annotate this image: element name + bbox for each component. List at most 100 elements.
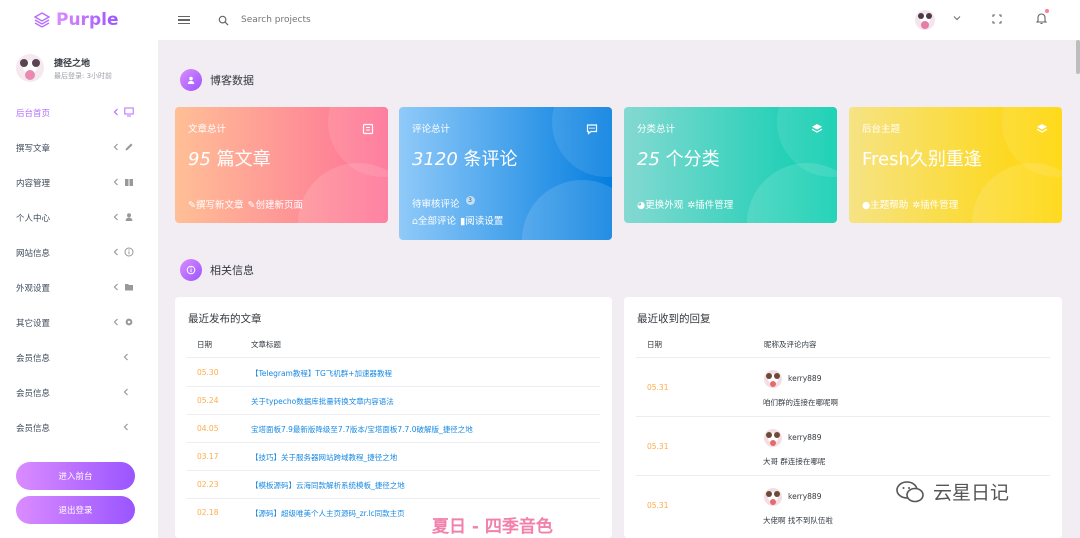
stat-value: 95 篇文章	[188, 145, 271, 171]
post-title-link[interactable]: 【模板源码】云海同款解析系统模板_捷径之地	[251, 480, 405, 491]
panel-title: 最近收到的回复	[637, 313, 711, 325]
sidebar-item-site-info[interactable]: 网站信息	[0, 235, 158, 270]
reply-author: kerry889	[788, 374, 822, 383]
stat-unit: 条评论	[457, 149, 518, 170]
sidebar-item-label: 后台首页	[16, 108, 51, 119]
column-header-name-comment: 昵称及评论内容	[764, 340, 817, 349]
chevron-left-icon	[113, 213, 118, 221]
info-icon	[124, 247, 134, 257]
top-navbar: Purple	[0, 0, 1080, 40]
search-input[interactable]	[241, 15, 441, 25]
post-title-link[interactable]: 【源码】超级唯美个人主页源码_zr.lc同款主页	[251, 508, 405, 519]
info-circle-icon	[180, 259, 202, 281]
plugin-manage-link[interactable]: ✲插件管理	[687, 197, 733, 211]
posts-stat-card: 文章总计 95 篇文章 ✎撰写新文章 ✎创建新页面	[175, 107, 388, 223]
user-avatar[interactable]	[915, 10, 935, 30]
layers-icon	[811, 124, 823, 133]
stat-unit: 篇文章	[210, 149, 271, 170]
monitor-icon	[124, 107, 134, 117]
reply-date: 05.31	[647, 442, 669, 451]
search-icon	[218, 15, 229, 26]
home-icon	[180, 69, 202, 91]
comments-stat-card: 评论总计 3120 条评论 待审核评论 3 ⌂全部评论 ▮阅读设置	[399, 107, 612, 240]
post-date: 05.24	[197, 396, 219, 405]
brand-name: Purple	[56, 10, 119, 30]
change-theme-link[interactable]: ◕更换外观	[637, 197, 683, 211]
sidebar-item-label: 内容管理	[16, 178, 51, 189]
panel-title: 最近发布的文章	[188, 313, 262, 325]
plugin-manage-link[interactable]: ✲插件管理	[912, 197, 958, 211]
blog-data-header: 博客数据	[180, 69, 254, 91]
table-row: 03.17 【技巧】关于服务器网站跨域教程_捷径之地	[187, 442, 600, 470]
sidebar-item-content[interactable]: 内容管理	[0, 165, 158, 200]
bottom-watermark: 夏日 - 四季音色	[432, 517, 553, 537]
theme-help-link[interactable]: ●主题帮助	[862, 197, 908, 211]
post-title-link[interactable]: 宝塔面板7.9最新版降级至7.7版本/宝塔面板7.7.0破解版_捷径之地	[251, 424, 473, 435]
reply-content[interactable]: 大哥 群连接在哪呢	[763, 456, 825, 467]
post-title-link[interactable]: 关于typecho数据库批量转换文章内容语法	[251, 396, 394, 407]
list-item: 05.31 kerry889 大哥 群连接在哪呢	[636, 416, 1050, 475]
post-title-link[interactable]: 【技巧】关于服务器网站跨域教程_捷径之地	[251, 452, 397, 463]
sidebar-item-write-post[interactable]: 撰写文章	[0, 130, 158, 165]
folder-icon	[125, 284, 133, 291]
brand[interactable]: Purple	[0, 10, 158, 30]
sidebar-item-member-info[interactable]: 会员信息	[0, 340, 158, 375]
stat-number: 3120	[412, 149, 458, 170]
table-row: 02.23 【模板源码】云海同款解析系统模板_捷径之地	[187, 470, 600, 498]
post-title-link[interactable]: 【Telegram教程】TG飞机群+加速器教程	[251, 368, 392, 379]
post-date: 05.30	[197, 368, 219, 377]
reply-author: kerry889	[788, 492, 822, 501]
chevron-left-icon	[113, 178, 118, 186]
sidebar-item-dashboard[interactable]: 后台首页	[0, 95, 158, 130]
chevron-left-icon	[123, 388, 128, 396]
avatar	[16, 54, 44, 82]
table-row: 05.24 关于typecho数据库批量转换文章内容语法	[187, 386, 600, 414]
user-icon	[125, 213, 133, 221]
enter-frontend-button[interactable]: 进入前台	[16, 462, 135, 490]
stat-number: 25	[637, 149, 660, 170]
sidebar-item-other-settings[interactable]: 其它设置	[0, 305, 158, 340]
page-scrollbar[interactable]	[1076, 40, 1080, 74]
section-title: 相关信息	[210, 264, 254, 277]
chevron-left-icon	[113, 143, 118, 151]
search-bar	[218, 15, 441, 26]
stat-value: 3120 条评论	[412, 145, 518, 171]
stat-label: 文章总计	[188, 124, 227, 135]
create-page-link[interactable]: ✎创建新页面	[247, 197, 302, 211]
sidebar-profile[interactable]: 捷径之地 最后登录: 3小时前	[16, 54, 112, 82]
reply-author: kerry889	[788, 433, 822, 442]
write-post-link[interactable]: ✎撰写新文章	[188, 197, 243, 211]
post-date: 02.18	[197, 508, 219, 517]
chevron-down-icon[interactable]	[953, 14, 961, 22]
theme-stat-card: 后台主题 Fresh久别重逢 ●主题帮助 ✲插件管理	[849, 107, 1062, 223]
sidebar-item-label: 个人中心	[16, 213, 51, 224]
stat-links: ⌂全部评论 ▮阅读设置	[412, 213, 503, 227]
reply-content[interactable]: 大佬啊 找不到队伍啦	[763, 515, 833, 526]
gear-icon	[125, 318, 133, 326]
stat-label: 评论总计	[412, 124, 451, 135]
stat-value: Fresh久别重逢	[862, 149, 982, 170]
avatar	[764, 370, 782, 388]
post-date: 04.05	[197, 424, 219, 433]
logout-button[interactable]: 退出登录	[16, 496, 135, 524]
bell-icon[interactable]	[1036, 12, 1047, 24]
table-row: 05.30 【Telegram教程】TG飞机群+加速器教程	[187, 357, 600, 386]
all-comments-link[interactable]: ⌂全部评论	[412, 213, 456, 227]
reply-content[interactable]: 咱们群的连接在哪呢啊	[763, 397, 838, 408]
pencil-icon	[125, 143, 133, 151]
pending-comments[interactable]: 待审核评论 3	[412, 196, 475, 210]
fullscreen-icon[interactable]	[992, 14, 1002, 24]
chevron-left-icon	[113, 318, 118, 326]
chevron-left-icon	[123, 423, 128, 431]
sidebar-item-member-info[interactable]: 会员信息	[0, 375, 158, 410]
sidebar-item-label: 其它设置	[16, 318, 51, 329]
sidebar-item-label: 撰写文章	[16, 143, 51, 154]
menu-toggle-icon[interactable]	[178, 15, 190, 25]
layers-icon	[1036, 124, 1048, 133]
sidebar-item-profile[interactable]: 个人中心	[0, 200, 158, 235]
reading-settings-link[interactable]: ▮阅读设置	[460, 213, 503, 227]
stat-links: ◕更换外观 ✲插件管理	[637, 197, 733, 211]
sidebar-item-member-info[interactable]: 会员信息	[0, 410, 158, 445]
sidebar-item-appearance[interactable]: 外观设置	[0, 270, 158, 305]
list-item: 05.31 kerry889 咱们群的连接在哪呢啊	[636, 357, 1050, 416]
